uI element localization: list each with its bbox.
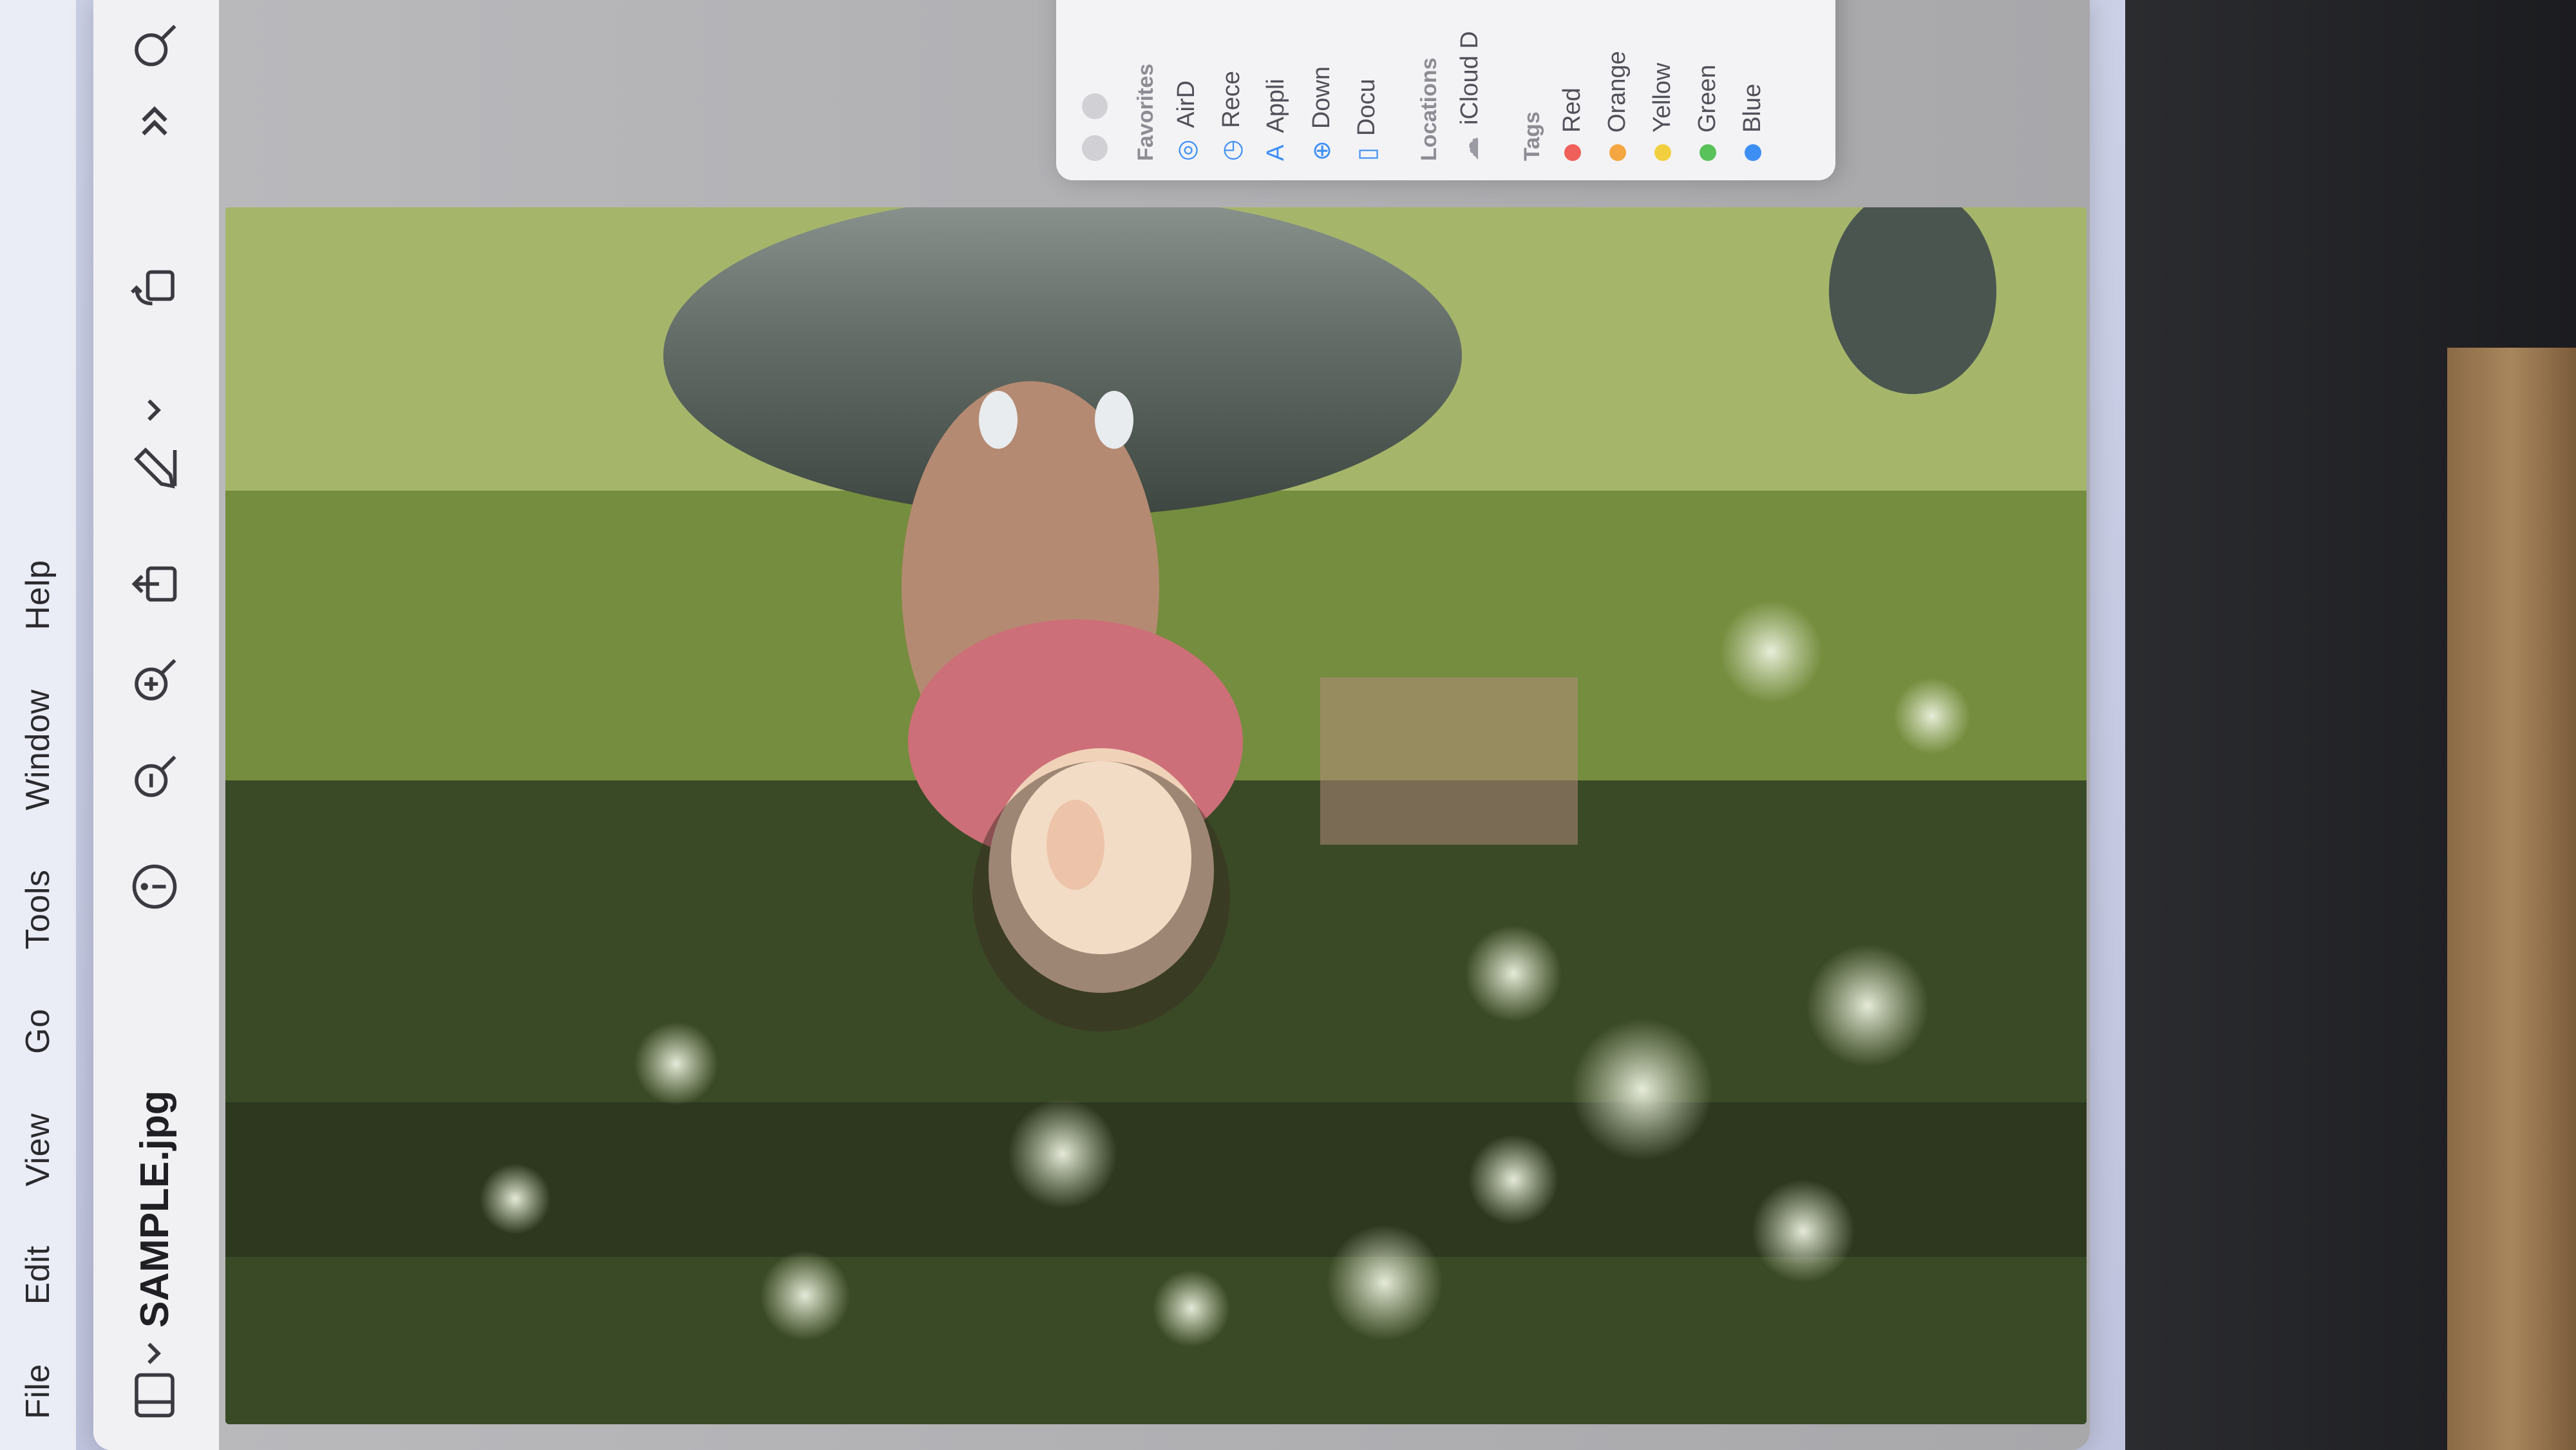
sidebar-menu-chevron-icon[interactable]	[119, 1331, 190, 1376]
screen: File Edit View Go Tools Window Help SAMP…	[0, 0, 2145, 1450]
tag-dot-icon	[1609, 144, 1626, 161]
sidebar-item-applications[interactable]: A Appli	[1262, 79, 1290, 161]
window-close-button[interactable]	[1082, 135, 1108, 161]
sidebar-item-label: Red	[1558, 88, 1586, 133]
sidebar-item-label: Docu	[1353, 79, 1380, 137]
menu-bar: File Edit View Go Tools Window Help	[0, 0, 76, 1450]
airdrop-icon: ◎	[1173, 139, 1200, 161]
sidebar-item-downloads[interactable]: ⊕ Down	[1307, 66, 1336, 161]
sidebar-item-label: Blue	[1739, 83, 1766, 133]
cloud-icon: ☁	[1457, 137, 1484, 161]
markup-menu-chevron-icon[interactable]	[119, 388, 190, 433]
sidebar-item-label: Appli	[1262, 79, 1289, 133]
tag-dot-icon	[1564, 144, 1581, 161]
finder-sidebar-popover: Favorites ◎ AirD ◷ Rece A Appli ⊕ Down ▯…	[1056, 0, 1835, 180]
window-minimize-button[interactable]	[1082, 93, 1108, 119]
menu-edit[interactable]: Edit	[19, 1246, 57, 1305]
search-icon[interactable]	[119, 11, 190, 82]
photo-illustration	[225, 207, 2087, 1424]
tag-dot-icon	[1654, 144, 1671, 161]
markup-pencil-icon[interactable]	[119, 433, 190, 504]
document-content-area	[219, 0, 2090, 1450]
more-chevrons-icon[interactable]	[119, 85, 190, 156]
document-icon: ▯	[1354, 147, 1381, 161]
sidebar-tag-yellow[interactable]: Yellow	[1649, 63, 1676, 161]
menu-window[interactable]: Window	[19, 690, 57, 811]
favorites-header: Favorites	[1133, 63, 1158, 161]
sidebar-item-documents[interactable]: ▯ Docu	[1352, 79, 1381, 161]
tag-dot-icon	[1699, 144, 1716, 161]
menu-view[interactable]: View	[19, 1113, 57, 1187]
sidebar-item-label: Rece	[1218, 71, 1245, 128]
sidebar-item-label: Green	[1694, 64, 1721, 133]
sidebar-item-recents[interactable]: ◷ Rece	[1217, 71, 1246, 161]
locations-header: Locations	[1417, 57, 1441, 161]
sidebar-item-label: Orange	[1604, 51, 1631, 133]
preview-window: SAMPLE.jpg	[93, 0, 2090, 1450]
sidebar-item-label: iCloud D	[1456, 31, 1483, 125]
desk-surface	[2447, 348, 2576, 1450]
rotated-desktop: File Edit View Go Tools Window Help SAMP…	[0, 0, 2145, 1450]
download-icon: ⊕	[1309, 140, 1336, 161]
sidebar-item-airdrop[interactable]: ◎ AirD	[1172, 80, 1201, 161]
rotate-icon[interactable]	[119, 252, 190, 323]
menu-help[interactable]: Help	[19, 560, 57, 630]
menu-file[interactable]: File	[19, 1364, 57, 1419]
sidebar-item-label: Yellow	[1649, 62, 1676, 133]
clock-icon: ◷	[1218, 139, 1245, 161]
info-icon[interactable]	[119, 851, 190, 922]
sidebar-item-label: Down	[1308, 66, 1335, 129]
sidebar-tag-orange[interactable]: Orange	[1604, 51, 1631, 161]
applications-icon: A	[1262, 144, 1289, 161]
tags-header: Tags	[1520, 111, 1544, 161]
toolbar: SAMPLE.jpg	[93, 0, 220, 1450]
sidebar-tag-green[interactable]: Green	[1694, 64, 1721, 161]
image-preview	[225, 207, 2087, 1424]
share-icon[interactable]	[119, 549, 190, 619]
zoom-out-icon[interactable]	[119, 742, 190, 813]
sidebar-tag-blue[interactable]: Blue	[1739, 84, 1766, 161]
window-title: SAMPLE.jpg	[132, 1090, 177, 1328]
sidebar-tag-red[interactable]: Red	[1558, 88, 1586, 161]
sidebar-item-label: AirD	[1173, 80, 1200, 128]
menu-go[interactable]: Go	[19, 1008, 57, 1053]
menu-tools[interactable]: Tools	[19, 870, 57, 950]
tag-dot-icon	[1744, 144, 1761, 161]
zoom-in-icon[interactable]	[119, 645, 190, 716]
sidebar-item-icloud-drive[interactable]: ☁ iCloud D	[1455, 31, 1484, 161]
